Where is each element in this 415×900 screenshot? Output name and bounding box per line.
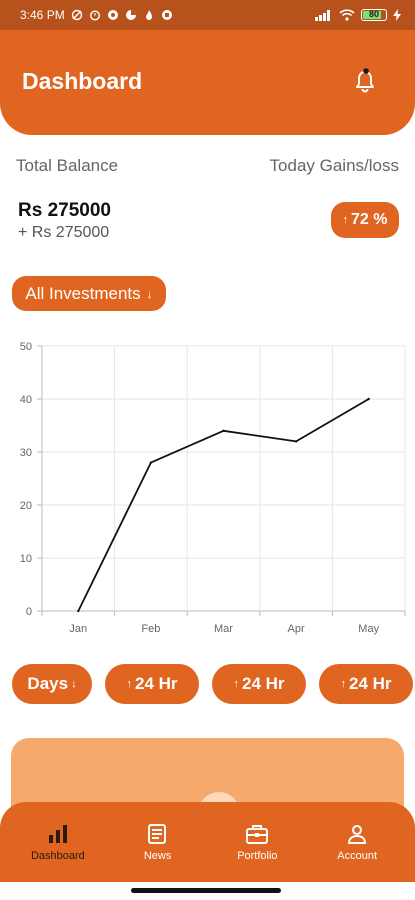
total-balance-label: Total Balance [16,156,119,175]
y-tick-label: 0 [26,606,32,618]
range-24hr-button[interactable]: ↑ 24 Hr [212,664,306,704]
pie-notification-icon [125,10,136,20]
range-label: Days [27,674,69,693]
balance-labels: Total Balance Today Gains/loss [16,156,399,176]
filter-label: All Investments [25,283,141,303]
range-days-button[interactable]: Days ↓ [12,664,92,704]
y-tick-label: 50 [20,341,32,353]
battery-level: 80 [368,9,379,19]
home-indicator[interactable] [131,888,281,893]
app-notification-icon [107,10,118,20]
notification-bell-icon[interactable] [353,68,377,94]
x-tick-label: Feb [141,623,160,635]
data-point [77,609,80,613]
alarm-icon [89,10,100,21]
status-time: 3:46 PM [20,8,65,22]
battery-icon: 80 [361,9,387,21]
charging-icon [393,9,401,21]
data-point [149,461,153,464]
status-bar: 3:46 PM 80 [0,0,415,30]
app-badge-icon [161,10,172,20]
arrow-up-icon: ↑ [126,678,132,690]
signal-icon [315,10,330,21]
range-24hr-button[interactable]: ↑ 24 Hr [105,664,199,704]
gain-percent-badge[interactable]: ↑ 72 % [331,202,399,238]
gain-percent-value: 72 % [351,211,388,228]
y-tick-label: 10 [20,553,32,565]
nav-item-news[interactable]: News [113,822,203,862]
news-icon [146,822,170,846]
arrow-up-icon: ↑ [233,678,239,690]
wifi-icon [339,9,355,21]
briefcase-icon [245,822,269,846]
x-tick-label: Mar [214,623,233,635]
y-tick-label: 40 [20,394,32,406]
nav-item-label: News [143,850,172,862]
nav-item-label: Account [337,850,377,862]
range-24hr-button[interactable]: ↑ 24 Hr [319,664,413,704]
arrow-up-icon: ↑ [342,214,349,226]
nav-item-portfolio[interactable]: Portfolio [212,822,302,862]
flame-icon [145,10,152,20]
nav-item-label: Portfolio [237,850,278,862]
balance-sub-amount: + Rs 275000 [18,224,110,241]
bottom-navigation: Dashboard News Portfolio Account [0,802,415,882]
x-tick-label: May [358,623,379,635]
time-range-selector: Days↓↑24 Hr↑24 Hr↑24 Hr↑24 Hr [12,664,415,706]
bar-chart-icon [46,822,70,846]
person-icon [345,822,369,846]
y-tick-label: 30 [20,447,32,459]
arrow-down-icon: ↓ [71,678,77,690]
range-label: 24 Hr [348,674,392,693]
balance-amount: Rs 275000 [18,200,111,221]
data-point [222,429,225,432]
arrow-up-icon: ↑ [340,678,346,690]
nav-item-label: Dashboard [30,850,85,862]
x-tick-label: Apr [288,623,305,635]
investment-filter-dropdown[interactable]: All Investments ↓ [12,276,166,311]
y-tick-label: 20 [20,500,32,512]
today-gains-label: Today Gains/loss [269,156,399,175]
range-label: 24 Hr [241,674,285,693]
nav-item-dashboard[interactable]: Dashboard [13,822,103,862]
no-vibrate-icon [71,9,82,21]
arrow-down-icon: ↓ [146,286,153,301]
range-label: 24 Hr [134,674,178,693]
nav-item-account[interactable]: Account [312,822,402,862]
data-point [367,397,370,401]
app-header: Dashboard [0,30,415,135]
x-tick-label: Jan [69,623,87,635]
data-point [294,440,298,443]
investment-line-chart: 0 10 20 30 40 50 Jan Feb Mar Apr May [20,341,406,635]
page-title: Dashboard [22,68,143,94]
